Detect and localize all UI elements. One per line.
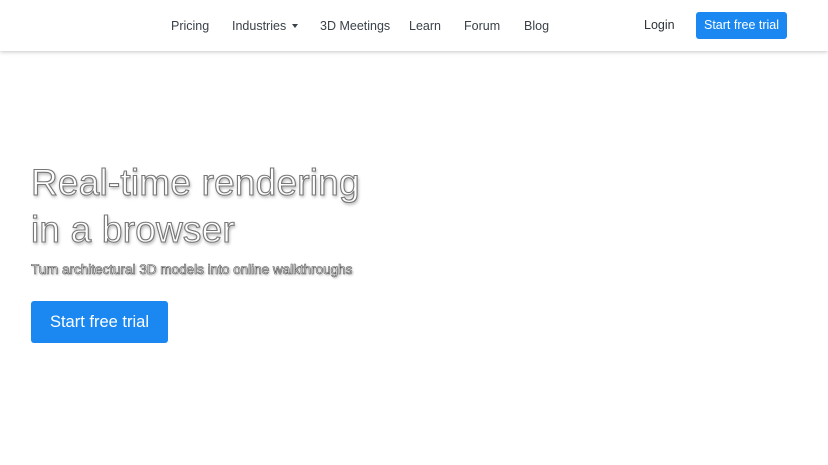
nav-link-industries-label: Industries xyxy=(232,19,287,33)
nav-link-industries[interactable]: Industries xyxy=(232,18,299,34)
nav-link-learn[interactable]: Learn xyxy=(409,18,441,34)
hero-title: Real-time rendering in a browser xyxy=(30,159,360,253)
nav-link-forum[interactable]: Forum xyxy=(464,18,500,34)
nav-link-3d-meetings[interactable]: 3D Meetings xyxy=(320,18,390,34)
top-navbar: Pricing Industries 3D Meetings Learn For… xyxy=(0,0,828,51)
caret-down-icon xyxy=(292,24,299,28)
start-free-trial-nav-button[interactable]: Start free trial xyxy=(696,12,787,39)
hero-subtitle: Turn architectural 3D models into online… xyxy=(31,262,353,278)
hero-title-line-1: Real-time rendering xyxy=(30,161,360,203)
start-free-trial-hero-button[interactable]: Start free trial xyxy=(31,301,168,343)
nav-link-pricing[interactable]: Pricing xyxy=(171,18,209,34)
hero-title-line-2: in a browser xyxy=(30,208,235,250)
login-link[interactable]: Login xyxy=(644,17,675,33)
nav-link-blog[interactable]: Blog xyxy=(524,18,549,34)
